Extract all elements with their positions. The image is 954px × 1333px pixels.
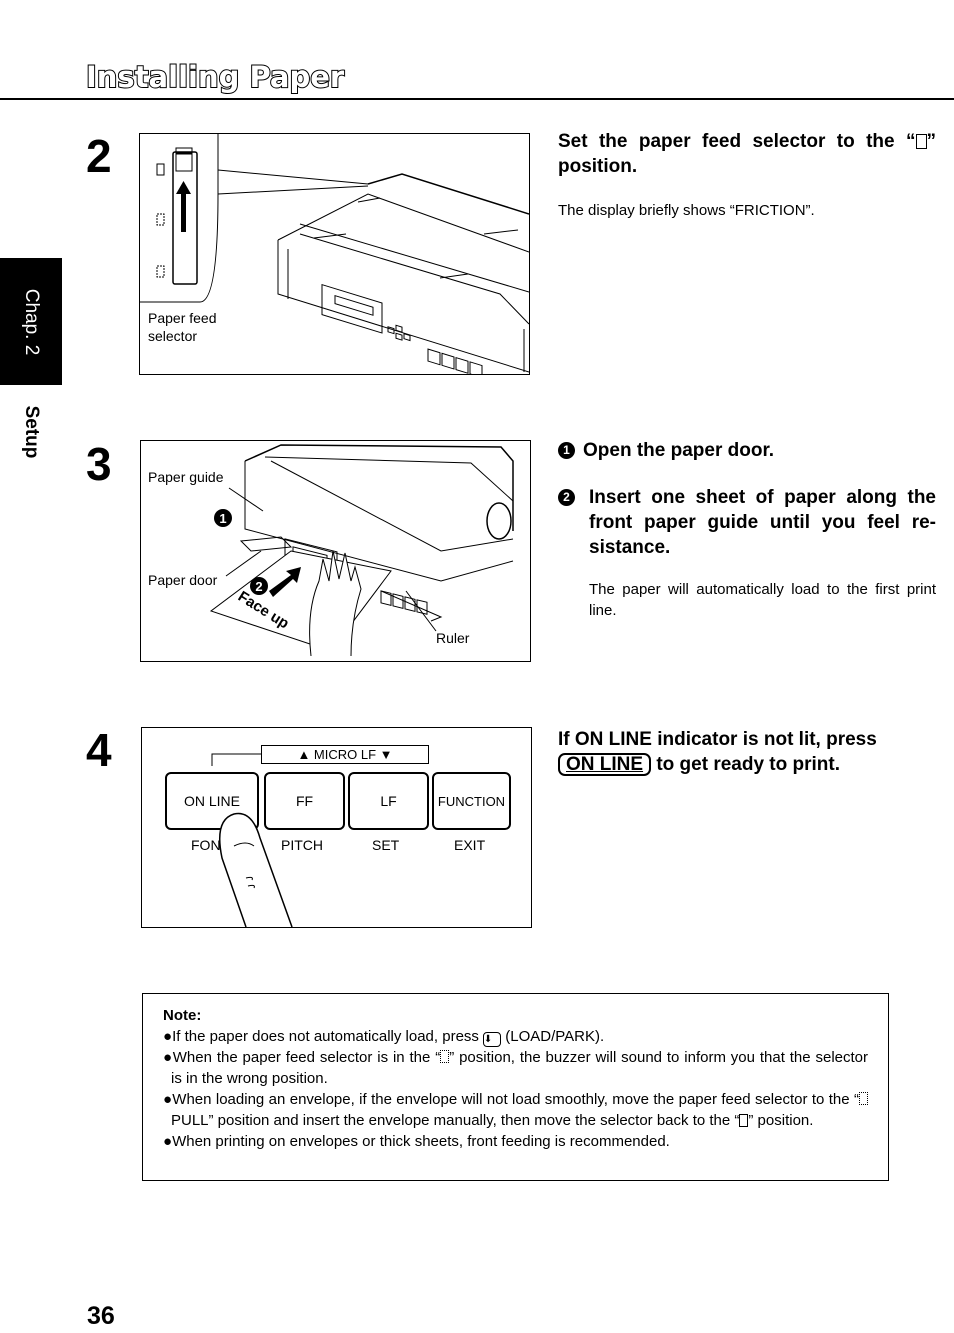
step-number: 3 xyxy=(86,438,112,490)
load-park-key-icon: ⬇ xyxy=(483,1032,502,1047)
note-item: ●When printing on envelopes or thick she… xyxy=(163,1133,670,1150)
figure-paper-feed-selector: Paper feed selector xyxy=(139,133,530,375)
friction-icon xyxy=(156,163,165,176)
section-label: Setup xyxy=(21,405,42,459)
label-paper-feed-selector: Paper feed selector xyxy=(148,310,217,344)
step-number: 2 xyxy=(86,130,112,182)
step-2-heading: Set the paper feed selector to the “” po… xyxy=(558,131,936,177)
callout-1: 1 xyxy=(219,511,226,526)
note-item: ●When the paper feed selector is in the … xyxy=(163,1049,869,1087)
figure-paper-door: 1 2 Face up Paper guide Paper door Ruler xyxy=(140,440,531,662)
pull-tractor-icon xyxy=(156,213,165,226)
step-3-body: The paper will automatically load to the… xyxy=(589,581,936,619)
friction-position-icon xyxy=(915,134,927,149)
callout-2: 2 xyxy=(255,579,262,594)
label-ruler: Ruler xyxy=(436,630,470,646)
chapter-tab-label: Chap. 2 xyxy=(21,288,42,355)
substep-marker: 1 xyxy=(558,442,575,459)
title-divider xyxy=(0,98,954,100)
substep-marker: 2 xyxy=(558,489,575,506)
step-number: 4 xyxy=(86,724,112,776)
page-number: 36 xyxy=(87,1302,115,1330)
finger-illustration xyxy=(219,812,293,927)
note-item: ●If the paper does not automatically loa… xyxy=(163,1028,605,1047)
label-paper-guide: Paper guide xyxy=(148,469,224,485)
note-title: Note: xyxy=(163,1007,202,1024)
substep-2: 2 Insert one sheet of paper along the fr… xyxy=(558,485,936,560)
tractor-position-icon xyxy=(440,1050,450,1063)
pull-position-icon xyxy=(859,1092,869,1105)
label-paper-door: Paper door xyxy=(148,572,218,588)
step-4-heading: If ON LINE indicator is not lit, press O… xyxy=(558,729,877,776)
push-tractor-icon xyxy=(156,265,165,278)
figure-control-panel: ▲ MICRO LF ▼ ON LINE FF LF FUNCTION FONT… xyxy=(141,727,532,928)
note-box: Note: ●If the paper does not automatical… xyxy=(142,993,889,1181)
chapter-tab: Chap. 2 xyxy=(0,258,62,385)
friction-position-icon xyxy=(739,1114,749,1127)
note-item: ●When loading an envelope, if the envelo… xyxy=(163,1089,869,1131)
substep-1: 1 Open the paper door. xyxy=(558,438,936,463)
page-title: Installing Paper xyxy=(85,59,345,95)
on-line-key-inline: ON LINE xyxy=(558,753,652,776)
step-2-body: The display briefly shows “FRICTION”. xyxy=(558,202,815,219)
